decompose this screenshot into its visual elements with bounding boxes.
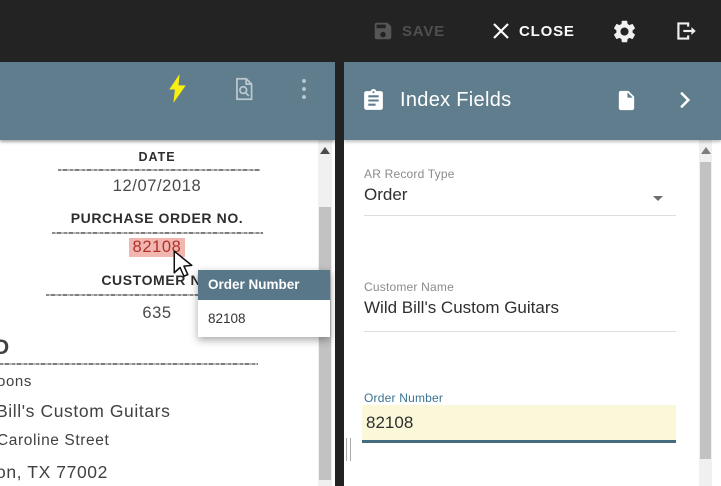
panel-divider — [335, 62, 344, 486]
lightning-icon — [167, 74, 188, 103]
panel-resize-handle[interactable] — [346, 438, 347, 461]
close-icon — [491, 21, 511, 41]
doc-rule — [0, 363, 258, 365]
document-page-icon — [615, 87, 638, 114]
save-icon — [372, 20, 394, 42]
ocr-tooltip: Order Number 82108 — [198, 270, 330, 337]
doc-address-line: Caroline Street — [0, 432, 109, 450]
field-value-customer-name[interactable]: Wild Bill's Custom Guitars — [364, 298, 559, 318]
field-underline — [364, 331, 676, 332]
panel-scrollbar[interactable] — [699, 140, 712, 486]
mouse-cursor — [171, 250, 195, 283]
doc-address-line: on, TX 77002 — [0, 462, 108, 483]
field-label-ar-record-type: AR Record Type — [364, 167, 455, 181]
tooltip-title: Order Number — [198, 270, 330, 300]
doc-rule — [52, 232, 263, 234]
app-window: SAVE CLOSE — [0, 0, 721, 486]
doc-po-label: PURCHASE ORDER NO. — [0, 210, 314, 226]
settings-button[interactable] — [611, 0, 638, 62]
panel-resize-handle[interactable] — [350, 438, 351, 461]
doc-address-line: oons — [0, 373, 32, 390]
auto-index-button[interactable] — [167, 74, 188, 103]
doc-cut-letter: D — [0, 336, 10, 360]
save-button-label: SAVE — [402, 23, 445, 40]
more-options-icon — [296, 76, 312, 102]
save-button[interactable]: SAVE — [372, 0, 445, 62]
tooltip-value: 82108 — [198, 300, 330, 337]
new-document-button[interactable] — [615, 87, 638, 114]
scroll-up-icon[interactable] — [701, 147, 711, 154]
doc-rule — [46, 294, 204, 296]
settings-gear-icon — [611, 18, 638, 45]
scroll-up-icon[interactable] — [320, 147, 330, 154]
collapse-chevron-icon — [679, 91, 691, 109]
close-button-label: CLOSE — [519, 23, 575, 40]
sign-out-icon — [672, 18, 700, 44]
panel-title: Index Fields — [400, 89, 511, 112]
index-fields-header: Index Fields — [344, 62, 721, 140]
panel-scrollbar-thumb[interactable] — [700, 162, 711, 459]
field-focus-underline — [362, 440, 676, 443]
document-search-icon — [231, 76, 257, 102]
top-bar: SAVE CLOSE — [0, 0, 721, 62]
document-search-button[interactable] — [231, 76, 257, 102]
clipboard-icon — [361, 87, 386, 114]
sign-out-button[interactable] — [672, 0, 700, 62]
field-label-order-number: Order Number — [364, 391, 443, 405]
doc-date-label: DATE — [0, 150, 314, 164]
dropdown-arrow-icon[interactable] — [653, 196, 663, 201]
doc-po-value-wrap: 82108 — [0, 238, 314, 257]
more-options-button[interactable] — [296, 76, 312, 102]
field-value-ar-record-type[interactable]: Order — [364, 185, 407, 205]
collapse-panel-button[interactable] — [679, 91, 691, 109]
doc-date-value: 12/07/2018 — [0, 177, 314, 196]
close-button[interactable]: CLOSE — [491, 0, 575, 62]
field-label-customer-name: Customer Name — [364, 280, 454, 294]
viewer-toolbar — [0, 62, 335, 140]
field-underline — [364, 215, 676, 216]
doc-rule — [58, 169, 260, 171]
doc-address-line: Bill's Custom Guitars — [0, 401, 170, 422]
document-scrollbar-thumb[interactable] — [319, 207, 331, 480]
field-input-order-number[interactable] — [362, 405, 676, 440]
